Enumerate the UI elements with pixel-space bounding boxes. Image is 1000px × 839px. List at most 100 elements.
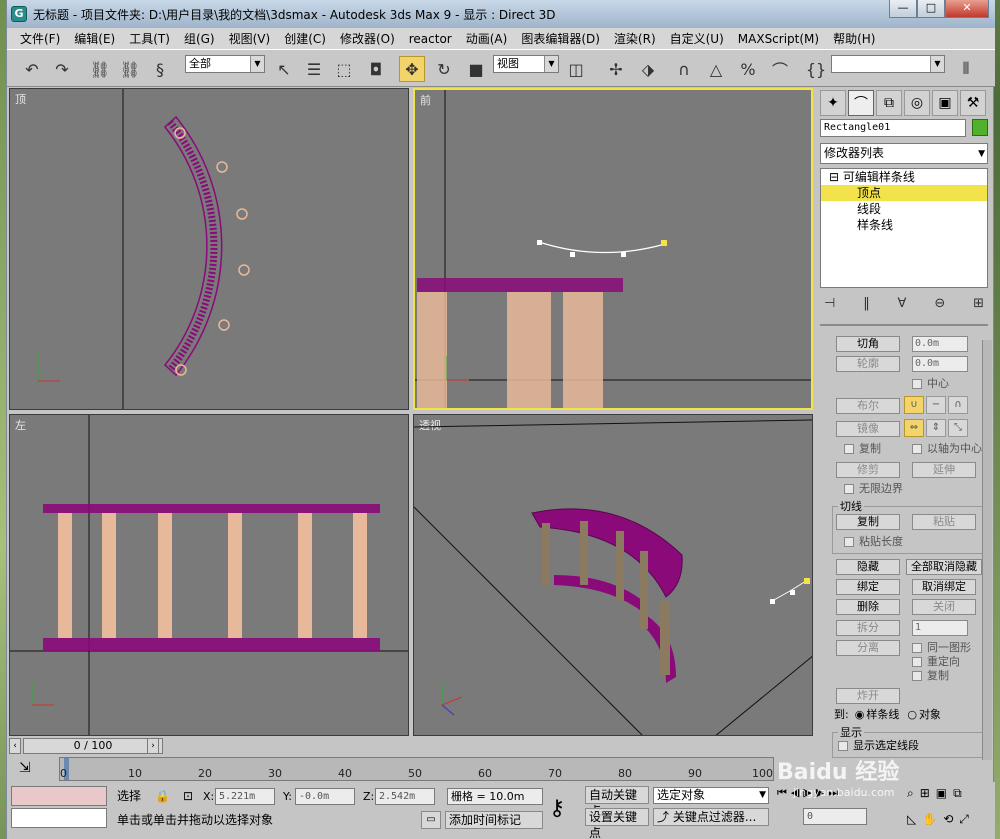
x-coordinate-field[interactable]: 5.221m — [215, 788, 275, 805]
intersection-icon[interactable]: ∩ — [948, 396, 968, 414]
mirror-both-icon[interactable]: ⤡ — [948, 419, 968, 437]
absolute-mode-icon[interactable]: ⊡ — [183, 788, 193, 805]
paste-button[interactable]: 粘贴 — [912, 514, 976, 530]
selection-lock-icon[interactable]: 🔒 — [155, 788, 170, 805]
z-coordinate-field[interactable]: 2.542m — [375, 788, 435, 805]
mirror-icon[interactable]: ⫴ — [953, 56, 979, 82]
zoom-extents-icon[interactable]: ▣ — [936, 786, 947, 801]
time-next-icon[interactable]: › — [147, 738, 159, 754]
set-key-icon[interactable]: ⚷ — [549, 796, 565, 821]
unbind-button[interactable]: 取消绑定 — [912, 579, 976, 595]
window-crossing-icon[interactable]: ◘ — [363, 56, 389, 82]
viewport-perspective[interactable]: 透视 — [413, 414, 813, 736]
fillet-button[interactable]: 切角 — [836, 336, 900, 352]
undo-icon[interactable]: ↶ — [19, 56, 45, 82]
outline-button[interactable]: 轮廓 — [836, 356, 900, 372]
stack-item-spline[interactable]: 样条线 — [821, 217, 987, 233]
menu-views[interactable]: 视图(V) — [222, 29, 278, 49]
close-spline-button[interactable]: 关闭 — [912, 599, 976, 615]
radio-selected-icon[interactable]: ◉ — [855, 708, 865, 722]
track-bar[interactable]: 0 10 20 30 40 50 60 70 80 90 100 — [59, 757, 774, 781]
snaps-toggle-icon[interactable]: ∩ — [671, 56, 697, 82]
radio-unselected-icon[interactable]: ○ — [907, 708, 917, 722]
menu-create[interactable]: 创建(C) — [277, 29, 333, 49]
spline-vertex[interactable] — [621, 252, 626, 257]
object-color-swatch[interactable] — [972, 119, 988, 136]
zoom-extents-all-icon[interactable]: ⧉ — [953, 786, 962, 801]
viewport-left[interactable]: 左 — [9, 414, 409, 736]
arc-rotate-icon[interactable]: ⟲ — [943, 812, 953, 827]
remove-modifier-icon[interactable]: ⊖ — [934, 296, 945, 311]
select-and-scale-icon[interactable]: ■ — [463, 56, 489, 82]
extend-button[interactable]: 延伸 — [912, 462, 976, 478]
maximize-button[interactable]: □ — [917, 0, 945, 18]
bind-space-warp-icon[interactable]: § — [147, 56, 173, 82]
menu-modifiers[interactable]: 修改器(O) — [333, 29, 402, 49]
close-button[interactable]: ✕ — [945, 0, 989, 18]
mirror-button[interactable]: 镜像 — [836, 421, 900, 437]
unlink-icon[interactable]: ⛓ — [117, 56, 143, 82]
mirror-horizontal-icon[interactable]: ⇔ — [904, 419, 924, 437]
percent-snap-icon[interactable]: % — [735, 56, 761, 82]
stack-item-segment[interactable]: 线段 — [821, 201, 987, 217]
divide-button[interactable]: 拆分 — [836, 620, 900, 636]
explode-button[interactable]: 炸开 — [836, 688, 900, 704]
menu-group[interactable]: 组(G) — [177, 29, 222, 49]
pin-stack-icon[interactable]: ⊣ — [824, 296, 835, 311]
command-panel-scrollbar[interactable] — [982, 340, 992, 760]
outline-spinner[interactable]: 0.0m — [912, 356, 968, 372]
menu-animation[interactable]: 动画(A) — [459, 29, 515, 49]
menu-file[interactable]: 文件(F) — [13, 29, 67, 49]
spinner-snap-icon[interactable]: ⌒ — [767, 56, 793, 82]
union-icon[interactable]: ∪ — [904, 396, 924, 414]
time-slider[interactable]: 0 / 100 — [23, 738, 163, 754]
delete-button[interactable]: 删除 — [836, 599, 900, 615]
boolean-button[interactable]: 布尔 — [836, 398, 900, 414]
menu-edit[interactable]: 编辑(E) — [67, 29, 122, 49]
configure-modifier-sets-icon[interactable]: ⊞ — [973, 296, 984, 311]
detach-copy-checkbox[interactable]: 复制 — [912, 669, 949, 683]
field-of-view-icon[interactable]: ◺ — [907, 812, 916, 827]
maxscript-input-field[interactable] — [11, 808, 107, 828]
redo-icon[interactable]: ↷ — [49, 56, 75, 82]
trim-button[interactable]: 修剪 — [836, 462, 900, 478]
menu-reactor[interactable]: reactor — [402, 29, 459, 49]
named-selection-sets-dropdown[interactable]: ▼ — [831, 55, 945, 73]
hide-button[interactable]: 隐藏 — [836, 559, 900, 575]
add-time-tag-button[interactable]: 添加时间标记 — [445, 811, 543, 829]
select-and-link-icon[interactable]: ⛓ — [87, 56, 113, 82]
menu-maxscript[interactable]: MAXScript(M) — [731, 29, 826, 49]
pan-icon[interactable]: ✋ — [922, 812, 937, 827]
use-pivot-center-icon[interactable]: ◫ — [563, 56, 589, 82]
object-name-field[interactable]: Rectangle01 — [820, 119, 966, 137]
cut-copy-button[interactable]: 复制 — [836, 514, 900, 530]
auto-key-button[interactable]: 自动关键点 — [585, 786, 649, 818]
fillet-spinner[interactable]: 0.0m — [912, 336, 968, 352]
go-to-start-icon[interactable]: ⏮ — [777, 786, 787, 800]
subtraction-icon[interactable]: − — [926, 396, 946, 414]
spline-vertex-selected[interactable] — [661, 240, 667, 246]
hierarchy-tab-icon[interactable]: ⧉ — [876, 90, 902, 116]
spline-vertex[interactable] — [570, 252, 575, 257]
bind-button[interactable]: 绑定 — [836, 579, 900, 595]
make-unique-icon[interactable]: ∀ — [898, 296, 907, 311]
detach-button[interactable]: 分离 — [836, 640, 900, 656]
motion-tab-icon[interactable]: ◎ — [904, 90, 930, 116]
stack-item-vertex[interactable]: 顶点 — [821, 185, 987, 201]
maxscript-listener-field[interactable] — [11, 786, 107, 806]
utilities-tab-icon[interactable]: ⚒ — [960, 90, 986, 116]
spline-vertex[interactable] — [537, 240, 542, 245]
mirror-vertical-icon[interactable]: ⇕ — [926, 419, 946, 437]
select-and-move-icon[interactable]: ✥ — [399, 56, 425, 82]
show-selected-segs-checkbox[interactable]: 显示选定线段 — [838, 739, 919, 753]
maximize-viewport-icon[interactable]: ⤢ — [959, 812, 969, 827]
set-key-button[interactable]: 设置关键点 — [585, 808, 649, 839]
angle-snap-icon[interactable]: △ — [703, 56, 729, 82]
time-tag-icon[interactable]: ▭ — [421, 811, 441, 829]
current-frame-field[interactable]: 0 — [803, 808, 867, 825]
center-checkbox[interactable]: 中心 — [912, 377, 949, 391]
menu-customize[interactable]: 自定义(U) — [663, 29, 731, 49]
menu-help[interactable]: 帮助(H) — [826, 29, 882, 49]
about-pivot-checkbox[interactable]: 以轴为中心 — [912, 442, 982, 456]
rectangular-selection-icon[interactable]: ⬚ — [331, 56, 357, 82]
